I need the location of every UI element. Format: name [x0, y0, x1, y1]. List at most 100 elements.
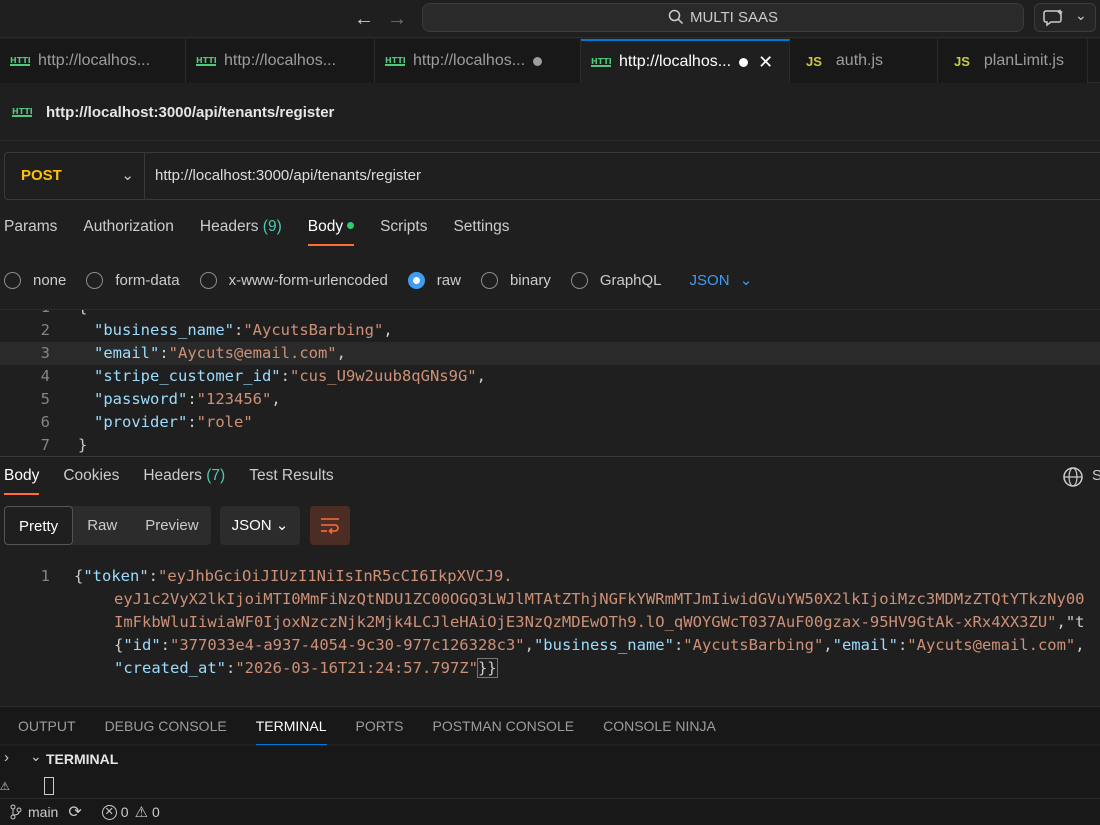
panel-tab-console-ninja[interactable]: CONSOLE NINJA [603, 707, 716, 745]
error-icon: ✕ [101, 804, 117, 820]
radio-urlencoded[interactable]: x-www-form-urlencoded [199, 271, 388, 289]
radio-graphql[interactable]: GraphQL [570, 271, 662, 289]
svg-text:HTTP: HTTP [10, 56, 30, 65]
tab-auth-js[interactable]: JS auth.js [790, 39, 938, 83]
code-line: 1 { [0, 310, 1100, 319]
json-value: "Aycuts@email.com" [168, 344, 337, 362]
tab-body-label: Body [307, 218, 344, 235]
radio-label: none [33, 271, 67, 289]
json-value: "123456" [196, 390, 272, 408]
tab-label: http://localhos... [619, 53, 732, 70]
js-file-icon: JS [806, 53, 822, 69]
response-format-select[interactable]: JSON ⌄ [220, 506, 300, 545]
json-key: "email" [94, 344, 160, 362]
json-value: "eyJhbGciOiJIUzI1NiIsInR5cCI6IkpXVCJ9. [158, 567, 513, 585]
tab-response-cookies[interactable]: Cookies [63, 467, 119, 495]
radio-label: GraphQL [599, 271, 662, 289]
code-text: "business_name":"AycutsBarbing", [94, 321, 393, 339]
json-value: eyJ1c2VyX2lkIjoiMTI0MmFiNzQtNDU1ZC00OGQ3… [114, 590, 1085, 608]
radio-circle-icon [86, 271, 104, 289]
code-brace: } [78, 436, 88, 454]
response-divider[interactable] [0, 456, 1100, 457]
method-select[interactable]: POST ⌄ [5, 153, 145, 199]
tab-http-3[interactable]: HTTP http://localhos... [375, 39, 581, 83]
branch-name: main [28, 804, 59, 820]
http-icon: HTTP [385, 54, 409, 68]
tab-scripts[interactable]: Scripts [380, 218, 427, 246]
view-preview-button[interactable]: Preview [131, 506, 212, 545]
sync-button[interactable]: ⟳ [68, 802, 81, 822]
response-tabs: Body Cookies Headers (7) Test Results [0, 467, 358, 495]
close-icon[interactable]: ✕ [758, 52, 773, 73]
json-trail: , [271, 390, 281, 408]
error-count: 0 [120, 804, 129, 820]
divider [0, 140, 1100, 141]
line-number: 4 [40, 367, 50, 385]
radio-raw[interactable]: raw [407, 271, 461, 289]
tab-label: Cookies [63, 467, 120, 484]
body-format-select[interactable]: JSON ⌄ [690, 271, 753, 289]
panel-tab-debug-console[interactable]: DEBUG CONSOLE [105, 707, 227, 745]
tab-authorization-label: Authorization [83, 218, 174, 235]
format-label: JSON [689, 272, 730, 289]
search-label: MULTI SAAS [689, 9, 779, 26]
radio-circle-icon [480, 271, 498, 289]
svg-text:HTTP: HTTP [591, 57, 611, 66]
tab-headers[interactable]: Headers (9) [200, 218, 282, 246]
terminal-section-header[interactable]: › ⌄ TERMINAL [0, 746, 1100, 774]
view-raw-button[interactable]: Raw [73, 506, 131, 545]
tab-settings[interactable]: Settings [453, 218, 509, 246]
branch-status[interactable]: main [10, 804, 58, 820]
panel-tab-ports[interactable]: PORTS [356, 707, 404, 745]
wrap-lines-button[interactable] [310, 506, 350, 545]
panel-tab-postman-console[interactable]: POSTMAN CONSOLE [432, 707, 574, 745]
line-number: 3 [40, 344, 50, 362]
tab-authorization[interactable]: Authorization [83, 218, 173, 246]
line-number: 1 [0, 310, 50, 319]
radio-circle-icon [570, 271, 588, 289]
json-key: "created_at" [114, 659, 226, 677]
tab-params[interactable]: Params [4, 218, 57, 246]
chevron-right-icon[interactable]: › [4, 749, 9, 766]
tab-http-1[interactable]: HTTP http://localhos... [0, 39, 186, 83]
tab-http-active[interactable]: HTTP http://localhos... ✕ [581, 39, 790, 83]
response-line: "created_at":"2026-03-16T21:24:57.797Z"}… [114, 658, 498, 678]
svg-text:HTTP: HTTP [12, 107, 32, 116]
tab-test-results[interactable]: Test Results [249, 467, 333, 495]
problems-status[interactable]: ✕ 0 ⚠ 0 [101, 803, 160, 821]
tab-http-2[interactable]: HTTP http://localhos... [186, 39, 375, 83]
json-trail: ,"t [1056, 613, 1085, 631]
response-body[interactable]: 1 {"token":"eyJhbGciOiJIUzI1NiIsInR5cCI6… [0, 565, 1100, 685]
url-input[interactable]: http://localhost:3000/api/tenants/regist… [155, 153, 421, 199]
response-line: eyJ1c2VyX2lkIjoiMTI0MmFiNzQtNDU1ZC00OGQ3… [114, 588, 1085, 611]
terminal[interactable]: ⚠ [0, 774, 1100, 798]
request-body-editor[interactable]: 1 { 2 "business_name":"AycutsBarbing", 3… [0, 310, 1100, 456]
globe-icon[interactable]: S [1062, 466, 1100, 492]
modified-dot-icon [347, 222, 355, 229]
chevron-down-icon: ⌄ [739, 272, 753, 289]
view-pretty-button[interactable]: Pretty [4, 506, 74, 545]
command-center-search[interactable]: MULTI SAAS [422, 3, 1024, 32]
radio-binary[interactable]: binary [480, 271, 551, 289]
chat-button[interactable]: ⌄ [1034, 3, 1096, 32]
panel-tab-output[interactable]: OUTPUT [18, 707, 76, 745]
headers-count: (9) [262, 218, 282, 235]
json-value: "2026-03-16T21:24:57.797Z" [235, 659, 478, 677]
tab-body[interactable]: Body [307, 218, 355, 246]
tab-planlimit-js[interactable]: JS planLimit.js [938, 39, 1088, 83]
chevron-down-icon: ⌄ [275, 517, 289, 534]
tab-response-headers[interactable]: Headers (7) [143, 467, 225, 495]
panel-tab-terminal[interactable]: TERMINAL [255, 707, 327, 745]
tab-response-body[interactable]: Body [4, 467, 40, 495]
back-arrow-icon[interactable]: ← [351, 6, 377, 32]
sync-icon: ⟳ [68, 804, 82, 821]
tab-label: http://localhos... [224, 52, 337, 69]
tab-label: Headers [143, 467, 202, 484]
radio-none[interactable]: none [4, 271, 67, 289]
radio-form-data[interactable]: form-data [86, 271, 180, 289]
radio-selected-icon [407, 271, 425, 289]
forward-arrow-icon[interactable]: → [384, 6, 410, 32]
json-key: "stripe_customer_id" [94, 367, 281, 385]
warning-icon: ⚠ [0, 775, 10, 794]
line-number: 6 [40, 413, 50, 431]
